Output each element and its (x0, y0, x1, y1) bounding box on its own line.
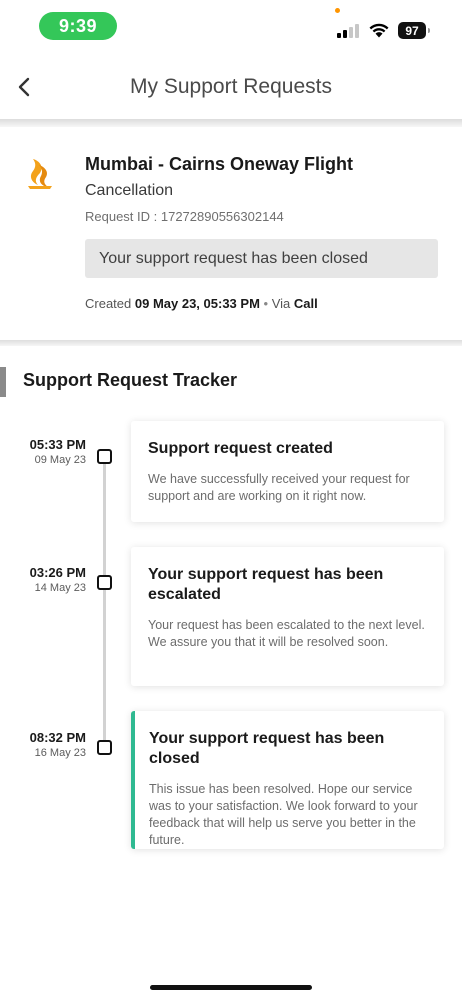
separator-dot: • (263, 296, 269, 311)
timeline-line (103, 456, 106, 746)
via-channel: Call (293, 296, 318, 311)
step-description: Your request has been escalated to the n… (148, 618, 425, 649)
page-title: My Support Requests (130, 75, 332, 98)
flight-title: Mumbai - Cairns Oneway Flight (85, 154, 354, 174)
privacy-indicator-dot (335, 8, 340, 13)
created-info: Created 09 May 23, 05:33 PM • Via Call (85, 296, 318, 311)
status-time: 9:39 (39, 12, 117, 40)
tracker-step-card: Support request created We have successf… (131, 421, 444, 522)
step-heading: Your support request has been closed (149, 730, 385, 767)
step-time: 03:26 PM (29, 565, 86, 580)
section-accent-bar (0, 367, 6, 397)
header-divider (0, 119, 462, 127)
tracker-title: Support Request Tracker (23, 370, 238, 390)
airline-logo-icon (28, 159, 52, 189)
tracker-step-card-current: Your support request has been closed Thi… (131, 711, 444, 849)
request-id: Request ID : 17272890556302144 (85, 209, 284, 224)
home-indicator[interactable] (150, 985, 312, 990)
step-date: 16 May 23 (34, 747, 86, 759)
section-divider (0, 340, 462, 346)
request-category: Cancellation (85, 182, 174, 199)
step-description: This issue has been resolved. Hope our s… (149, 782, 418, 847)
step-timestamp: 08:32 PM 16 May 23 (12, 730, 86, 759)
timeline-node (97, 740, 112, 755)
status-bar: 9:39 97 (0, 0, 462, 52)
step-timestamp: 05:33 PM 09 May 23 (12, 437, 86, 466)
step-heading: Support request created (148, 440, 333, 457)
support-request-card: Mumbai - Cairns Oneway Flight Cancellati… (0, 127, 462, 340)
step-description: We have successfully received your reque… (148, 472, 410, 503)
tracker-step-card: Your support request has been escalated … (131, 547, 444, 686)
battery-icon: 97 (398, 22, 430, 39)
signal-icon (337, 24, 361, 38)
step-timestamp: 03:26 PM 14 May 23 (12, 565, 86, 594)
step-date: 14 May 23 (34, 582, 86, 594)
step-heading: Your support request has been escalated (148, 566, 384, 603)
created-date: 09 May 23, 05:33 PM (134, 296, 260, 311)
request-status-banner: Your support request has been closed (85, 239, 438, 278)
step-date: 09 May 23 (34, 454, 86, 466)
created-label: Created (85, 296, 132, 311)
step-time: 05:33 PM (29, 437, 86, 452)
header: My Support Requests (0, 56, 462, 120)
wifi-icon (369, 23, 389, 38)
step-time: 08:32 PM (29, 730, 86, 745)
timeline-node (97, 575, 112, 590)
timeline-node (97, 449, 112, 464)
via-label: Via (271, 296, 291, 311)
